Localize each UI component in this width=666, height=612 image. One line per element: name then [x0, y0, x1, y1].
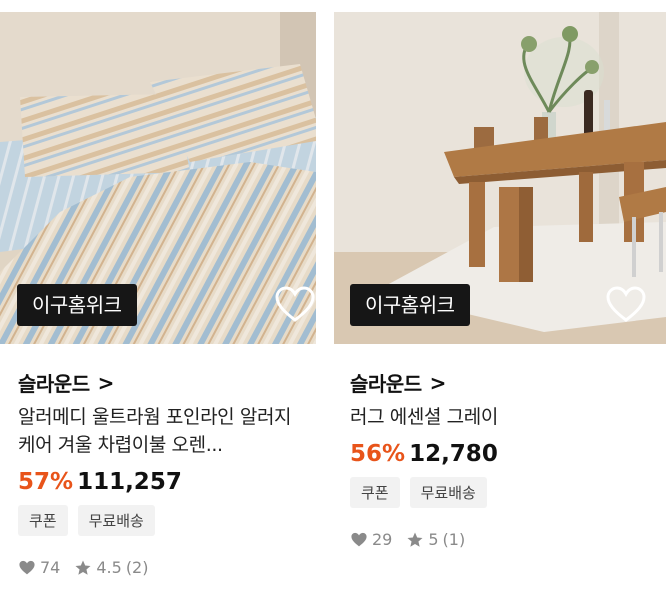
free-shipping-tag: 무료배송 [77, 505, 155, 536]
tag-list: 쿠폰 무료배송 [18, 505, 298, 536]
brand-link[interactable]: 슬라운드 > [18, 368, 298, 397]
discount-rate: 57% [18, 469, 74, 495]
chevron-right-icon: > [97, 370, 115, 395]
star-icon [407, 532, 423, 547]
coupon-tag: 쿠폰 [350, 477, 400, 508]
heart-filled-icon [351, 532, 367, 546]
sale-price: 12,780 [409, 441, 498, 467]
review-count: (2) [125, 558, 149, 577]
event-badge: 이구홈위크 [350, 284, 470, 326]
tag-list: 쿠폰 무료배송 [350, 477, 650, 508]
coupon-tag: 쿠폰 [18, 505, 68, 536]
heart-outline-icon[interactable] [275, 286, 315, 324]
chevron-right-icon: > [429, 370, 447, 395]
product-meta: 29 5 (1) [350, 530, 650, 549]
free-shipping-tag: 무료배송 [409, 477, 487, 508]
like-count: 74 [40, 558, 61, 577]
price-row: 57% 111,257 [18, 469, 298, 495]
event-badge: 이구홈위크 [17, 284, 137, 326]
brand-name: 슬라운드 [350, 372, 422, 396]
review-count: (1) [442, 530, 466, 549]
star-icon [75, 560, 91, 575]
product-image[interactable]: 이구홈위크 [0, 12, 316, 344]
rating-value: 4.5 [96, 558, 122, 577]
brand-link[interactable]: 슬라운드 > [350, 368, 650, 397]
brand-name: 슬라운드 [18, 372, 90, 396]
like-count: 29 [372, 530, 393, 549]
product-title[interactable]: 러그 에센셜 그레이 [350, 403, 650, 431]
product-image[interactable]: 이구홈위크 [334, 12, 666, 344]
product-card[interactable]: 이구홈위크 슬라운드 > 러그 에센셜 그레이 56% 12,780 쿠폰 무료… [334, 12, 666, 549]
product-title[interactable]: 알러메디 울트라웜 포인라인 알러지케어 겨울 차렵이불 오렌... [18, 403, 298, 459]
heart-outline-icon[interactable] [606, 286, 646, 324]
discount-rate: 56% [350, 441, 406, 467]
price-row: 56% 12,780 [350, 441, 650, 467]
product-meta: 74 4.5 (2) [18, 558, 298, 577]
rating-value: 5 [428, 530, 439, 549]
product-grid: 이구홈위크 슬라운드 > 알러메디 울트라웜 포인라인 알러지케어 겨울 차렵이… [0, 0, 666, 612]
sale-price: 111,257 [77, 469, 182, 495]
heart-filled-icon [19, 560, 35, 574]
product-card[interactable]: 이구홈위크 슬라운드 > 알러메디 울트라웜 포인라인 알러지케어 겨울 차렵이… [0, 12, 316, 577]
